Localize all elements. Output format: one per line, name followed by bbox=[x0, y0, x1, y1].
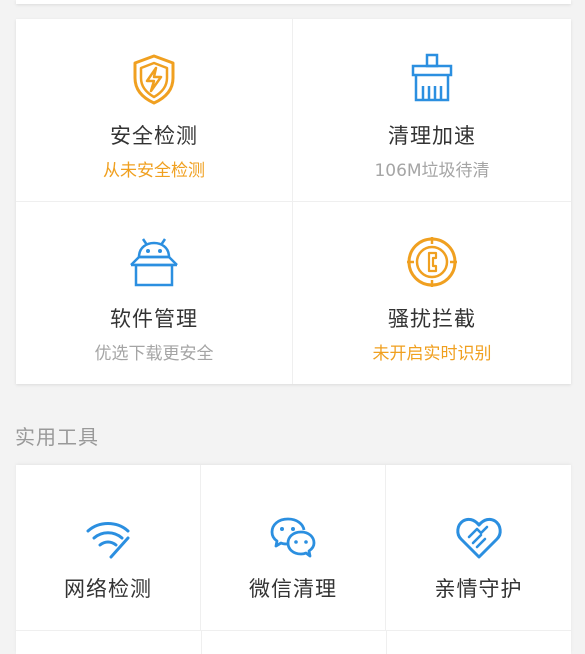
wechat-clean-title: 微信清理 bbox=[249, 577, 337, 601]
software-manager-status: 优选下载更安全 bbox=[94, 344, 214, 364]
family-guard-tile[interactable]: 亲情守护 bbox=[386, 465, 571, 630]
wechat-icon bbox=[269, 513, 317, 561]
software-manager-tile[interactable]: 软件管理 优选下载更安全 bbox=[16, 202, 293, 384]
android-box-icon bbox=[127, 235, 181, 289]
broom-icon bbox=[405, 52, 459, 106]
previous-card-edge bbox=[16, 0, 571, 4]
harassment-block-status: 未开启实时识别 bbox=[372, 344, 492, 364]
security-check-title: 安全检测 bbox=[110, 124, 198, 148]
tools-row-divider bbox=[16, 630, 571, 631]
network-check-title: 网络检测 bbox=[64, 577, 152, 601]
clean-speedup-status: 106M垃圾待清 bbox=[374, 161, 490, 181]
clean-speedup-title: 清理加速 bbox=[388, 124, 476, 148]
phone-target-icon bbox=[405, 235, 459, 289]
security-check-status: 从未安全检测 bbox=[103, 161, 205, 181]
security-check-tile[interactable]: 安全检测 从未安全检测 bbox=[16, 19, 293, 202]
wechat-clean-tile[interactable]: 微信清理 bbox=[201, 465, 386, 630]
network-check-tile[interactable]: 网络检测 bbox=[16, 465, 201, 630]
wifi-icon bbox=[84, 513, 132, 561]
tools-column-divider bbox=[386, 631, 387, 654]
heart-hand-icon bbox=[455, 513, 503, 561]
tools-column-divider bbox=[201, 631, 202, 654]
harassment-block-tile[interactable]: 骚扰拦截 未开启实时识别 bbox=[293, 202, 571, 384]
software-manager-title: 软件管理 bbox=[110, 307, 198, 331]
tools-card: 网络检测 微信清理 亲情守护 bbox=[16, 465, 571, 654]
tools-section-label: 实用工具 bbox=[15, 425, 99, 449]
shield-bolt-icon bbox=[127, 52, 181, 106]
family-guard-title: 亲情守护 bbox=[434, 577, 523, 601]
main-feature-card: 安全检测 从未安全检测 清理加速 106M垃圾待清 软件管理 优选下载更安全 骚… bbox=[16, 19, 571, 384]
harassment-block-title: 骚扰拦截 bbox=[388, 307, 476, 331]
clean-speedup-tile[interactable]: 清理加速 106M垃圾待清 bbox=[293, 19, 571, 202]
